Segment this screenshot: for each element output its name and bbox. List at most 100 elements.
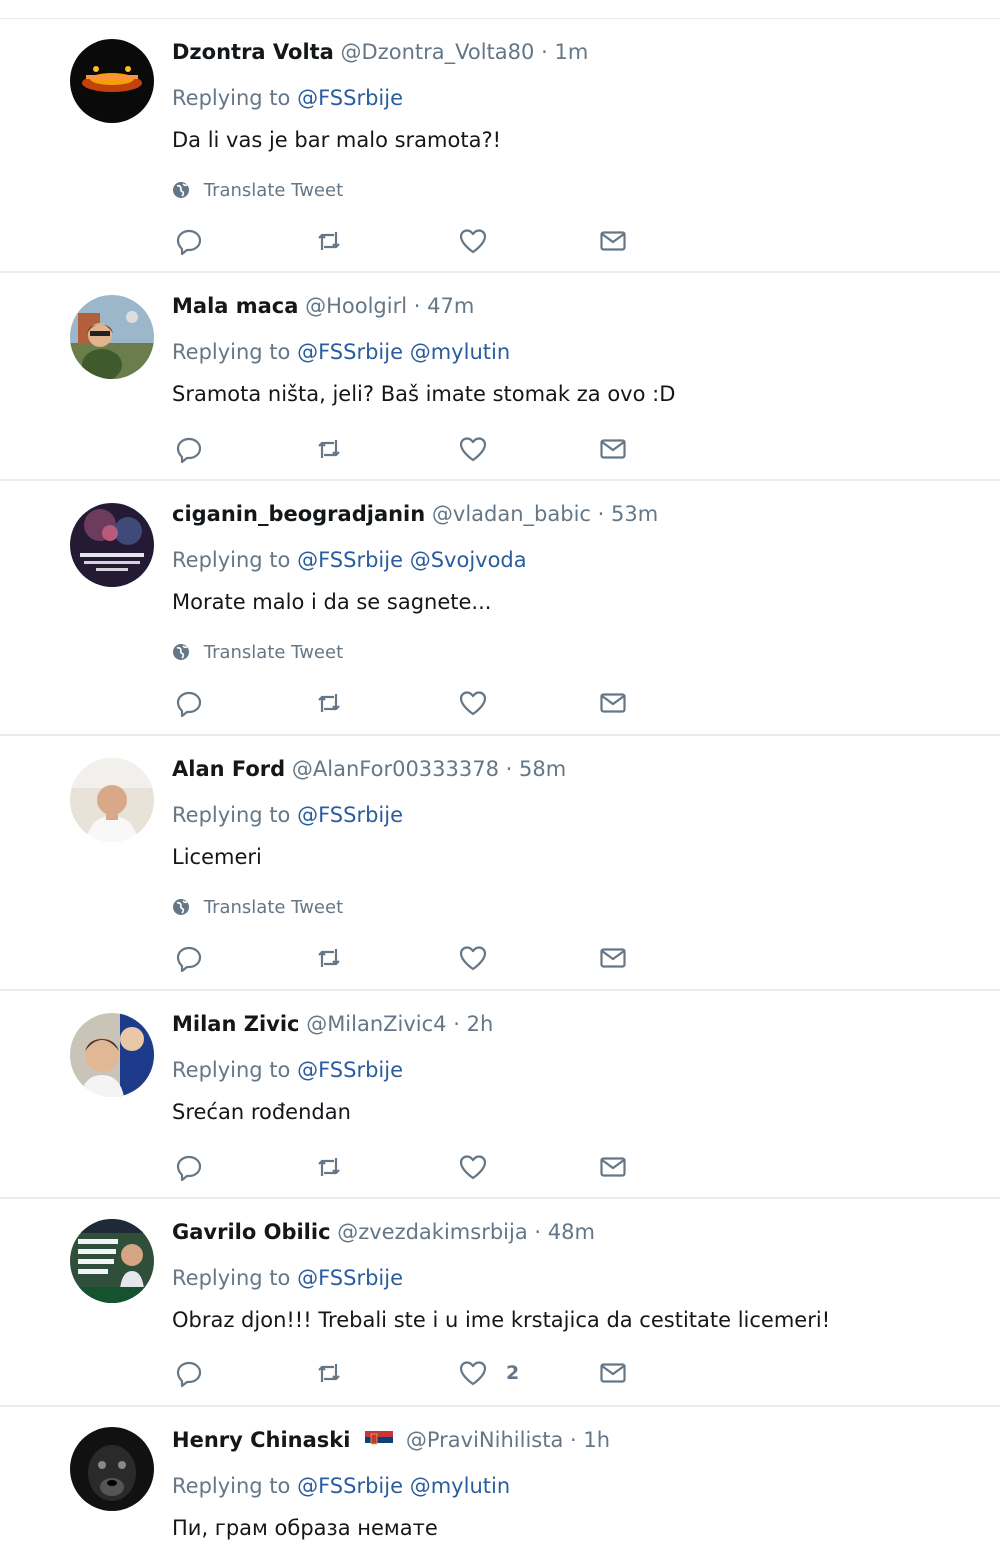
avatar[interactable] (70, 39, 154, 123)
like-button[interactable] (458, 1147, 488, 1187)
like-count: 2 (506, 1362, 520, 1384)
user-handle[interactable]: @MilanZivic4 (306, 1012, 446, 1036)
retweet-button[interactable] (314, 221, 344, 261)
envelope-icon (600, 693, 626, 713)
tweet-item[interactable]: Henry Chinaski @PraviNihilista · 1h Repl… (0, 1407, 1000, 1557)
mention-link[interactable]: @FSSrbije (297, 340, 403, 364)
tweet-timestamp[interactable]: 1h (583, 1428, 610, 1452)
tweet-item[interactable]: Alan Ford @AlanFor00333378 · 58m Replyin… (0, 736, 1000, 991)
user-handle[interactable]: @AlanFor00333378 (292, 757, 499, 781)
mention-link[interactable]: @FSSrbije (297, 1266, 403, 1290)
reply-icon (176, 946, 202, 973)
mention-link[interactable]: @FSSrbije (297, 86, 403, 110)
tweet-header: Mala maca @Hoolgirl · 47m (172, 289, 980, 323)
tweet-text: Sramota ništa, jeli? Baš imate stomak za… (172, 382, 676, 406)
replying-to-label: Replying to (172, 1266, 291, 1290)
retweet-button[interactable] (314, 938, 344, 978)
avatar[interactable] (70, 758, 154, 842)
mention-link[interactable]: @Svojvoda (410, 548, 527, 572)
reply-icon (176, 1155, 202, 1182)
retweet-button[interactable] (314, 1353, 344, 1393)
tweet-timestamp[interactable]: 58m (519, 757, 566, 781)
direct-message-button[interactable] (598, 1147, 628, 1187)
mention-link[interactable]: @FSSrbije (297, 1058, 403, 1082)
retweet-button[interactable] (314, 1147, 344, 1187)
reply-button[interactable] (174, 1147, 204, 1187)
tweet-timestamp[interactable]: 48m (548, 1220, 595, 1244)
user-name[interactable]: Mala maca (172, 294, 298, 318)
like-button[interactable]: 2 (458, 1353, 519, 1393)
avatar[interactable] (70, 295, 154, 379)
mention-link[interactable]: @mylutin (410, 1474, 510, 1498)
avatar[interactable] (70, 1427, 154, 1511)
tweet-timestamp[interactable]: 53m (611, 502, 658, 526)
user-name[interactable]: Alan Ford (172, 757, 285, 781)
user-name[interactable]: Henry Chinaski (172, 1428, 350, 1452)
reply-button[interactable] (174, 683, 204, 723)
like-button[interactable] (458, 683, 488, 723)
retweet-icon (318, 440, 340, 458)
direct-message-button[interactable] (598, 683, 628, 723)
direct-message-button[interactable] (598, 1353, 628, 1393)
retweet-button[interactable] (314, 429, 344, 469)
tweet-actions (172, 683, 692, 723)
mention-link[interactable]: @FSSrbije (297, 1474, 403, 1498)
heart-icon (459, 1361, 487, 1386)
mention-link[interactable]: @FSSrbije (297, 548, 403, 572)
like-button[interactable] (458, 938, 488, 978)
tweet-item[interactable]: Gavrilo Obilic @zvezdakimsrbija · 48m Re… (0, 1199, 1000, 1407)
reply-icon (176, 229, 202, 256)
tweet-item[interactable]: Dzontra Volta @Dzontra_Volta80 · 1m Repl… (0, 19, 1000, 273)
replying-to: Replying to @FSSrbije @mylutin (172, 331, 980, 373)
tweet-item[interactable]: Milan Zivic @MilanZivic4 · 2h Replying t… (0, 991, 1000, 1199)
translate-label: Translate Tweet (203, 180, 344, 201)
retweet-icon (318, 949, 340, 967)
user-name[interactable]: Dzontra Volta (172, 40, 334, 64)
envelope-icon (600, 1363, 626, 1383)
reply-button[interactable] (174, 429, 204, 469)
avatar[interactable] (70, 1013, 154, 1097)
translate-tweet-link[interactable]: Translate Tweet (172, 171, 980, 211)
tweet-text: Licemeri (172, 845, 262, 869)
user-handle[interactable]: @PraviNihilista (406, 1428, 563, 1452)
user-name[interactable]: ciganin_beogradjanin (172, 502, 425, 526)
globe-icon (173, 182, 189, 198)
retweet-icon (318, 1158, 340, 1176)
reply-button[interactable] (174, 221, 204, 261)
user-name[interactable]: Gavrilo Obilic (172, 1220, 331, 1244)
reply-button[interactable] (174, 1353, 204, 1393)
reply-button[interactable] (174, 938, 204, 978)
separator-dot: · (570, 1428, 577, 1452)
replying-to-label: Replying to (172, 1058, 291, 1082)
retweet-button[interactable] (314, 683, 344, 723)
like-button[interactable] (458, 221, 488, 261)
user-handle[interactable]: @Dzontra_Volta80 (341, 40, 535, 64)
avatar[interactable] (70, 503, 154, 587)
like-button[interactable] (458, 429, 488, 469)
tweet-item[interactable]: Mala maca @Hoolgirl · 47m Replying to @F… (0, 273, 1000, 481)
envelope-icon (600, 231, 626, 251)
user-handle[interactable]: @zvezdakimsrbija (337, 1220, 528, 1244)
reply-icon (176, 437, 202, 464)
avatar[interactable] (70, 1219, 154, 1303)
translate-tweet-link[interactable]: Translate Tweet (172, 888, 980, 928)
tweet-timestamp[interactable]: 2h (467, 1012, 494, 1036)
translate-tweet-link[interactable]: Translate Tweet (172, 633, 980, 673)
tweet-timestamp[interactable]: 47m (427, 294, 474, 318)
separator-dot: · (413, 294, 421, 318)
direct-message-button[interactable] (598, 938, 628, 978)
mention-link[interactable]: @FSSrbije (297, 803, 403, 827)
tweet-header: Henry Chinaski @PraviNihilista · 1h (172, 1423, 980, 1457)
tweet-timestamp[interactable]: 1m (554, 40, 588, 64)
user-name[interactable]: Milan Zivic (172, 1012, 300, 1036)
replying-to: Replying to @FSSrbije @Svojvoda (172, 539, 980, 581)
replying-to-label: Replying to (172, 86, 291, 110)
mention-link[interactable]: @mylutin (410, 340, 510, 364)
direct-message-button[interactable] (598, 429, 628, 469)
user-handle[interactable]: @Hoolgirl (305, 294, 407, 318)
tweet-header: Gavrilo Obilic @zvezdakimsrbija · 48m (172, 1215, 980, 1249)
tweet-item[interactable]: ciganin_beogradjanin @vladan_babic · 53m… (0, 481, 1000, 736)
replying-to-label: Replying to (172, 340, 291, 364)
user-handle[interactable]: @vladan_babic (432, 502, 591, 526)
direct-message-button[interactable] (598, 221, 628, 261)
